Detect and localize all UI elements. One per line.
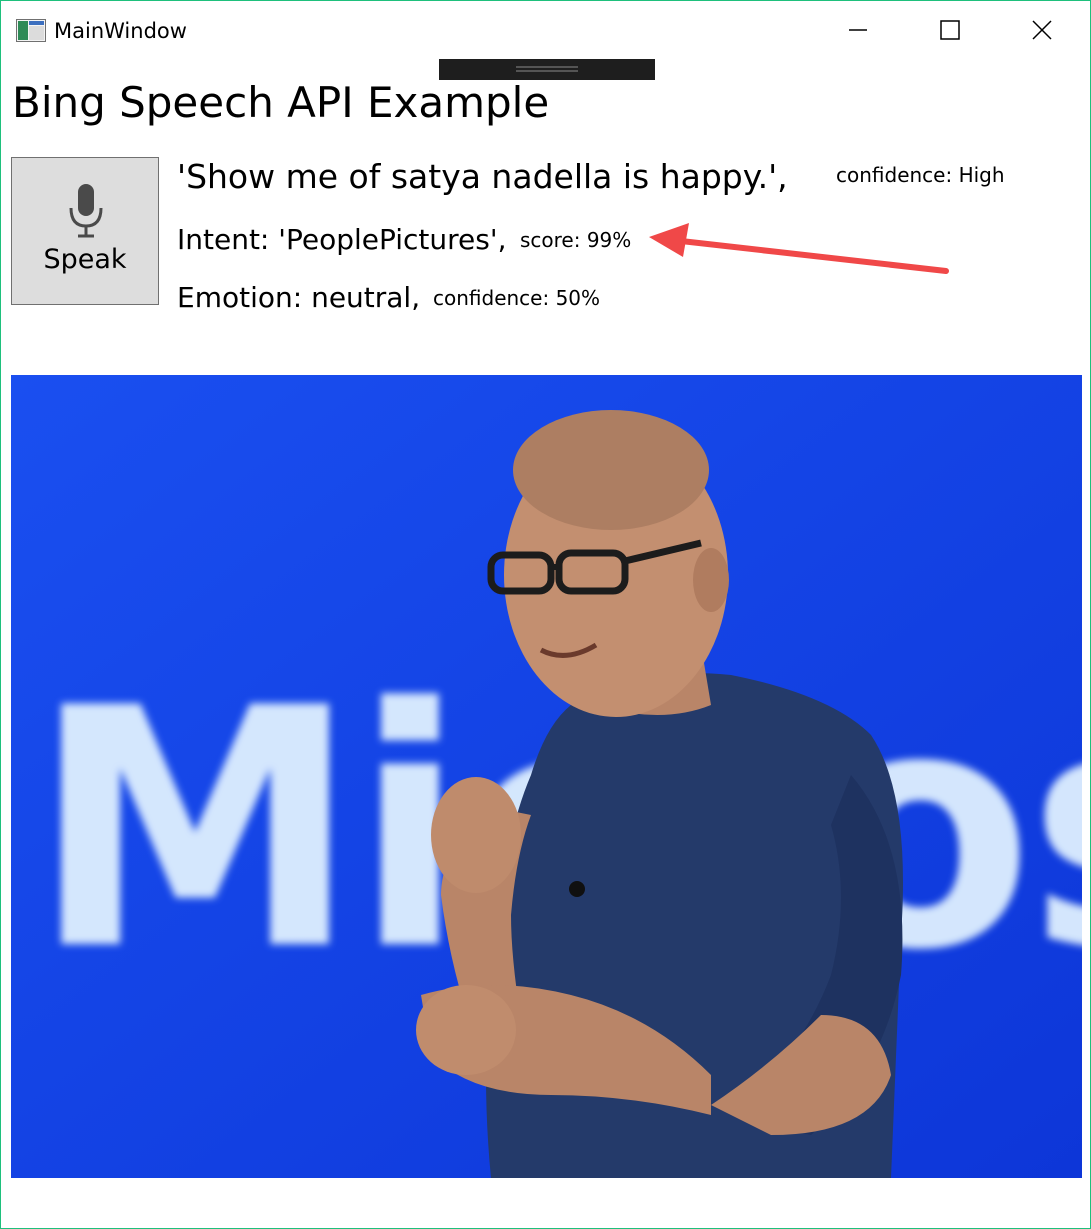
page-title: Bing Speech API Example [12, 78, 550, 127]
window-title: MainWindow [54, 19, 187, 43]
intent-text: Intent: 'PeoplePictures', [177, 223, 507, 256]
utterance-confidence: confidence: High [836, 163, 1005, 187]
speak-label: Speak [43, 244, 127, 275]
maximize-icon [940, 20, 960, 40]
speak-button[interactable]: Speak [11, 157, 159, 305]
close-icon [1032, 20, 1052, 40]
maximize-button[interactable] [905, 1, 995, 59]
main-window: MainWindow Bing Speech API Example Speak… [0, 0, 1091, 1229]
minimize-button[interactable] [813, 1, 903, 59]
result-photo: Micros [11, 375, 1082, 1178]
annotation-arrow [649, 223, 949, 274]
close-button[interactable] [997, 1, 1087, 59]
minimize-icon [849, 29, 867, 31]
app-icon [16, 19, 46, 42]
utterance-text: 'Show me of satya nadella is happy.', [177, 157, 788, 196]
microphone-icon [69, 184, 103, 238]
title-bar[interactable]: MainWindow [1, 1, 1090, 59]
emotion-confidence: confidence: 50% [433, 286, 601, 310]
intent-score: score: 99% [520, 228, 632, 252]
emotion-text: Emotion: neutral, [177, 281, 421, 314]
person-figure [416, 410, 903, 1178]
